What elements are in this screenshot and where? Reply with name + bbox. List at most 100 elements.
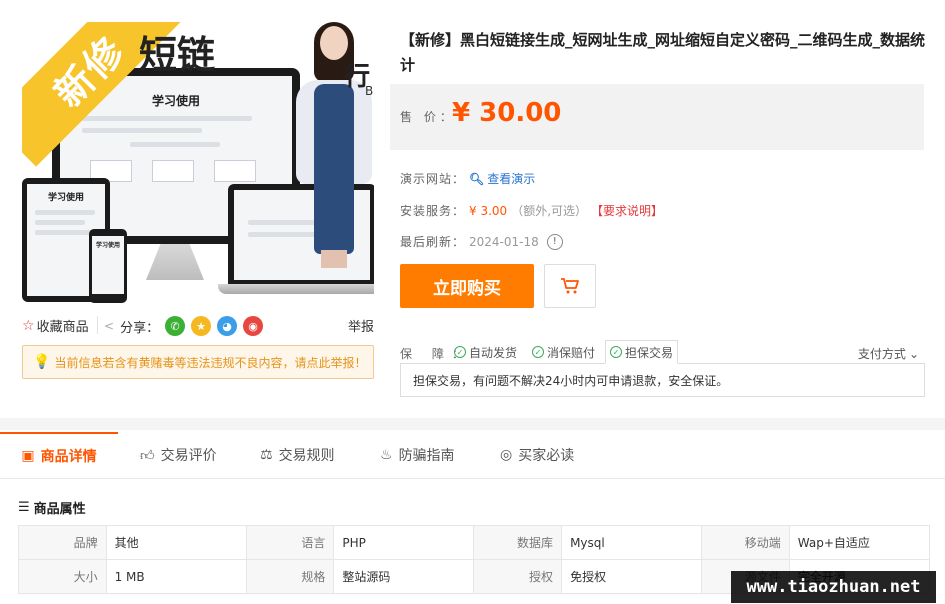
laptop-base: [218, 284, 374, 294]
image-side-letter: B: [365, 84, 374, 98]
star-outline-icon: ☆: [22, 317, 35, 334]
compass-icon: ◎: [500, 447, 513, 463]
demo-link[interactable]: 🔍︎ 查看演示: [469, 170, 535, 187]
install-price: ¥ 3.00: [469, 203, 508, 218]
check-icon: ✓: [454, 346, 466, 358]
share-row: ☆ 收藏商品 < 分享： ✆ ★ ◕ ◉ 举报: [22, 314, 376, 336]
share-label: 分享：: [120, 320, 160, 336]
product-title: 【新修】黑白短链接生成_短网址生成_网址缩短自定义密码_二维码生成_数据统计: [400, 31, 926, 74]
product-image[interactable]: 学习使用 学习使用 学习使用 新修 短链 行 B: [22, 22, 374, 303]
wechat-icon[interactable]: ✆: [165, 316, 186, 336]
tab-buyer-guide[interactable]: ◎ 买家必读: [500, 432, 574, 478]
guarantee-escrow[interactable]: ✓ 担保交易: [605, 340, 679, 364]
report-link[interactable]: 举报: [348, 316, 374, 335]
tab-product-details[interactable]: ▣ 商品详情: [0, 432, 118, 478]
attr-key: 数据库: [473, 525, 563, 560]
bulb-icon: ♨: [380, 447, 393, 463]
tab-label: 买家必读: [518, 448, 575, 464]
install-requirements-link[interactable]: 【要求说明】: [591, 202, 663, 219]
tab-rules[interactable]: ⚖︎ 交易规则: [260, 432, 335, 478]
screen-box: [214, 160, 256, 182]
attr-key: 语言: [245, 525, 335, 560]
tab-anti-fraud[interactable]: ♨ 防骗指南: [380, 432, 455, 478]
scale-icon: ⚖︎: [260, 447, 273, 463]
search-icon: 🔍︎: [469, 171, 485, 186]
divider: [97, 316, 98, 334]
qzone-icon[interactable]: ★: [191, 316, 212, 336]
image-title: 短链: [139, 32, 216, 77]
refresh-row: 最后刷新： 2024-01-18 !: [400, 233, 563, 250]
attr-value: PHP: [333, 525, 475, 560]
attr-key: 移动端: [701, 525, 790, 560]
report-notice[interactable]: 💡 当前信息若含有黄赌毒等违法违规不良内容，请点此举报！: [22, 345, 374, 379]
screen-bar: [35, 210, 95, 215]
payment-method-label: 支付方式: [857, 347, 906, 361]
attributes-title-text: 商品属性: [33, 502, 86, 517]
thumb-up-icon: 👍︎: [140, 447, 155, 464]
favorite-button[interactable]: ☆ 收藏商品: [22, 316, 89, 336]
demo-row: 演示网站： 🔍︎ 查看演示: [400, 170, 535, 187]
screen-box: [152, 160, 194, 182]
share-icon: <: [104, 319, 115, 333]
attributes-title: ☰ 商品属性: [18, 498, 86, 517]
attr-value: 1 MB: [105, 559, 247, 594]
guarantee-compensation[interactable]: ✓ 消保赔付: [528, 340, 599, 364]
tab-label: 交易评价: [160, 448, 217, 464]
install-label: 安装服务：: [400, 204, 466, 218]
screen-bar: [130, 142, 220, 147]
screen-bar: [35, 230, 97, 235]
monitor-stand: [146, 244, 204, 280]
install-note: （额外,可选）: [511, 204, 588, 218]
shop-icon: ▣: [21, 448, 35, 464]
favorite-label: 收藏商品: [36, 320, 89, 335]
info-icon[interactable]: !: [546, 233, 563, 250]
list-search-icon: ☰: [18, 500, 30, 515]
price-value: ¥ 30.00: [452, 98, 562, 128]
buy-now-button[interactable]: 立即购买: [400, 264, 534, 308]
attr-key: 大小: [18, 559, 107, 594]
tab-label: 防骗指南: [398, 448, 455, 464]
guarantee-bar: 保 障： ✓ 自动发货 ✓ 消保赔付 ✓ 担保交易 支付方式 ⌄: [400, 340, 925, 364]
phone-illustration: 学习使用: [89, 229, 127, 303]
table-row: 品牌 其他 语言 PHP 数据库 Mysql 移动端 Wap+自适应: [18, 525, 931, 560]
phone-screen-title: 学习使用: [95, 242, 120, 249]
screen-bar: [82, 116, 252, 121]
screen-bar: [35, 220, 85, 225]
price-box: 售 价： ¥ 30.00: [390, 84, 924, 150]
guarantee-item-label: 自动发货: [469, 345, 518, 360]
tab-reviews[interactable]: 👍︎ 交易评价: [140, 432, 217, 478]
attr-value: 其他: [105, 525, 247, 560]
attr-key: 品牌: [18, 525, 107, 560]
attr-value: 整站源码: [333, 559, 475, 594]
tablet-screen-title: 学习使用: [47, 193, 84, 203]
notice-text: 当前信息若含有黄赌毒等违法违规不良内容，请点此举报！: [54, 355, 367, 370]
screen-bar: [82, 128, 202, 133]
share-group: < 分享： ✆ ★ ◕ ◉: [104, 316, 264, 336]
add-to-cart-button[interactable]: [544, 264, 596, 308]
install-row: 安装服务： ¥ 3.00 （额外,可选） 【要求说明】: [400, 202, 663, 219]
tab-label: 商品详情: [40, 449, 97, 465]
price-label: 售 价：: [400, 110, 456, 124]
payment-method-dropdown[interactable]: 支付方式 ⌄: [858, 345, 919, 362]
refresh-label: 最后刷新：: [400, 235, 466, 249]
attr-key: 规格: [245, 559, 335, 594]
bulb-icon: 💡: [33, 354, 51, 370]
attr-value: 免授权: [561, 559, 703, 594]
check-icon: ✓: [610, 346, 622, 358]
demo-label: 演示网站：: [400, 172, 466, 186]
check-icon: ✓: [532, 346, 544, 358]
qq-icon[interactable]: ◕: [217, 316, 238, 336]
attr-key: 授权: [473, 559, 563, 594]
section-divider: [0, 418, 945, 430]
guarantee-item-label: 担保交易: [625, 345, 674, 360]
detail-tabs: ▣ 商品详情 👍︎ 交易评价 ⚖︎ 交易规则 ♨ 防骗指南 ◎ 买家必读: [0, 432, 945, 479]
refresh-date: 2024-01-18: [469, 234, 539, 249]
attr-value: Wap+自适应: [788, 525, 931, 560]
site-watermark: www.tiaozhuan.net: [731, 571, 936, 603]
chevron-down-icon: ⌄: [908, 346, 919, 361]
cart-icon: [561, 278, 579, 294]
guarantee-item-label: 消保赔付: [547, 345, 596, 360]
guarantee-auto-delivery[interactable]: ✓ 自动发货: [450, 340, 521, 364]
weibo-icon[interactable]: ◉: [243, 316, 264, 336]
guarantee-detail: 担保交易，有问题不解决24小时内可申请退款，安全保证。: [400, 363, 925, 397]
